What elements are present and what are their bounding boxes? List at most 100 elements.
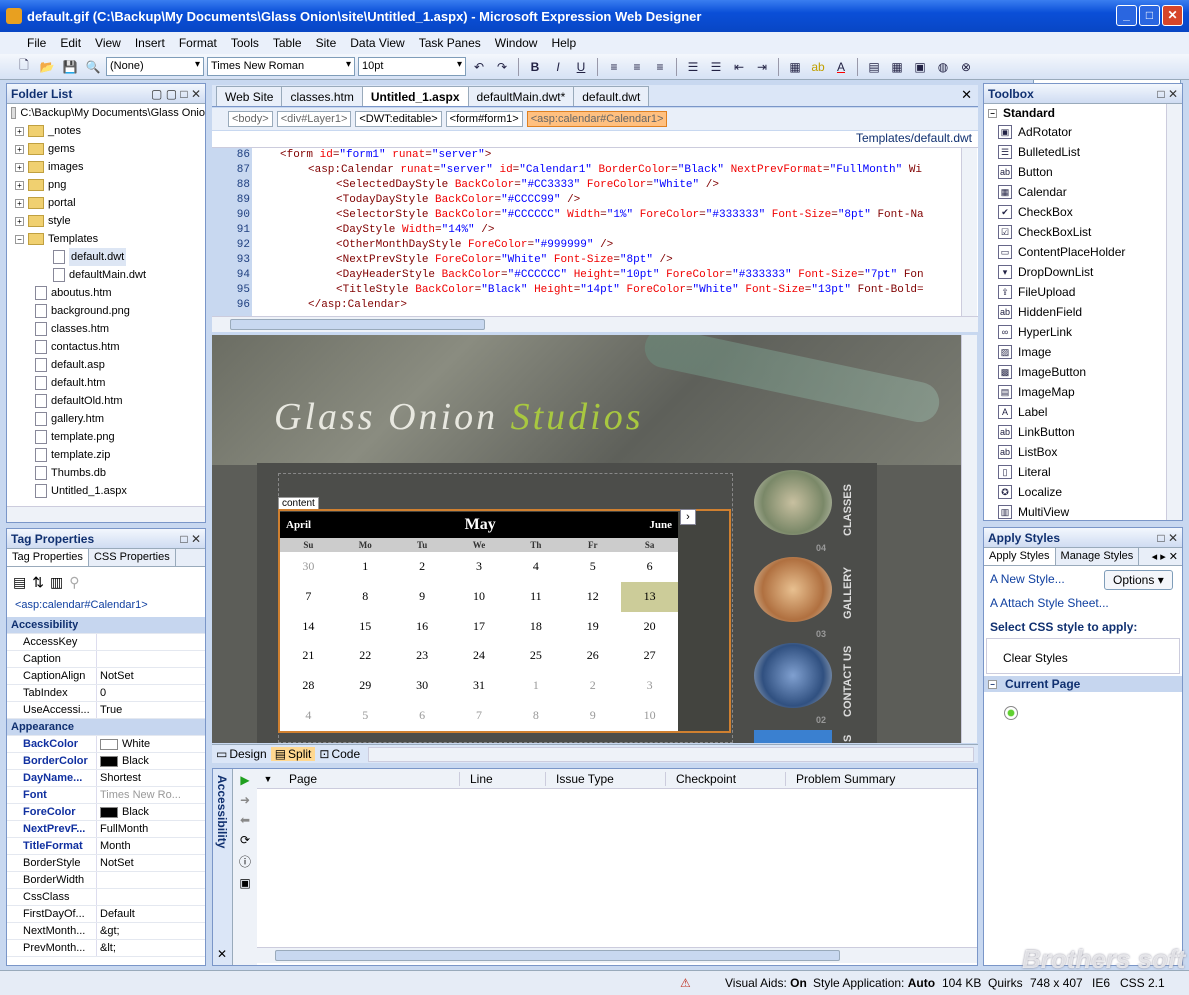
tree-item[interactable]: Untitled_1.aspx — [11, 482, 205, 500]
align-right-icon[interactable]: ≡ — [650, 57, 670, 77]
tab-web-site[interactable]: Web Site — [216, 86, 283, 106]
close-document-icon[interactable]: ✕ — [961, 87, 972, 103]
calendar-day[interactable]: 10 — [621, 701, 678, 731]
toolbox-item[interactable]: ab LinkButton — [984, 422, 1182, 442]
menu-insert[interactable]: Insert — [128, 36, 172, 50]
toolbox-item[interactable]: ▭ ContentPlaceHolder — [984, 242, 1182, 262]
calendar-day[interactable]: 30 — [394, 671, 451, 701]
calendar-prev-link[interactable]: April — [286, 519, 311, 531]
page-dimensions-status[interactable]: 748 x 407 — [1030, 976, 1083, 990]
toolbox-item[interactable]: ✔ CheckBox — [984, 202, 1182, 222]
calendar-day[interactable]: 26 — [564, 641, 621, 671]
toolbox-item[interactable]: ▣ AdRotator — [984, 122, 1182, 142]
toolbox-item[interactable]: ☰ BulletedList — [984, 142, 1182, 162]
calendar-day[interactable]: 11 — [507, 582, 564, 612]
property-row[interactable]: BorderColor Black — [7, 753, 205, 770]
toolbox-panel-buttons[interactable]: □ ✕ — [1157, 87, 1178, 101]
folder-list-panel-buttons[interactable]: ▢ ▢ □ ✕ — [151, 87, 201, 101]
calendar-day[interactable]: 30 — [280, 552, 337, 582]
view-code-tab[interactable]: ⊡ Code — [315, 747, 364, 761]
tab-apply-styles[interactable]: Apply Styles — [984, 548, 1056, 565]
calendar-day[interactable]: 3 — [621, 671, 678, 701]
underline-icon[interactable]: U — [571, 57, 591, 77]
picture-icon[interactable]: ▣ — [910, 57, 930, 77]
menu-window[interactable]: Window — [488, 36, 545, 50]
toolbox-section-standard[interactable]: − Standard — [984, 104, 1182, 122]
toolbox-item[interactable]: ▥ MultiView — [984, 502, 1182, 522]
calendar-day[interactable]: 16 — [394, 612, 451, 642]
clear-styles-item[interactable]: Clear Styles — [986, 638, 1180, 674]
property-row[interactable]: DayName... Shortest — [7, 770, 205, 787]
property-row[interactable]: NextPrevF... FullMonth — [7, 821, 205, 838]
stop-icon[interactable]: ⊗ — [956, 57, 976, 77]
menu-table[interactable]: Table — [266, 36, 309, 50]
tab-css-properties[interactable]: CSS Properties — [89, 549, 176, 566]
calendar-day[interactable]: 15 — [337, 612, 394, 642]
borders-icon[interactable]: ▦ — [785, 57, 805, 77]
property-row[interactable]: FirstDayOf... Default — [7, 906, 205, 923]
toolbox-item[interactable]: ▯ Literal — [984, 462, 1182, 482]
next-issue-icon[interactable]: ➜ — [240, 793, 250, 807]
maximize-button[interactable]: □ — [1139, 5, 1160, 26]
tree-item[interactable]: classes.htm — [11, 320, 205, 338]
calendar-day[interactable]: 23 — [394, 641, 451, 671]
font-color-icon[interactable]: A — [831, 57, 851, 77]
col-issue-type[interactable]: Issue Type — [545, 771, 665, 786]
increase-indent-icon[interactable]: ⇥ — [752, 57, 772, 77]
calendar-day[interactable]: 21 — [280, 641, 337, 671]
calendar-day[interactable]: 5 — [564, 552, 621, 582]
menu-format[interactable]: Format — [172, 36, 224, 50]
toolbox-item[interactable]: ▤ ImageMap — [984, 382, 1182, 402]
redo-icon[interactable]: ↷ — [492, 57, 512, 77]
toolbox-item[interactable]: ▩ ImageButton — [984, 362, 1182, 382]
layer-icon[interactable]: ▤ — [864, 57, 884, 77]
info-icon[interactable]: ⓘ — [239, 853, 251, 870]
property-row[interactable]: CssClass — [7, 889, 205, 906]
menu-edit[interactable]: Edit — [53, 36, 88, 50]
calendar-next-link[interactable]: June — [649, 519, 672, 531]
tree-item[interactable]: template.png — [11, 428, 205, 446]
bulleted-list-icon[interactable]: ☰ — [706, 57, 726, 77]
bold-icon[interactable]: B — [525, 57, 545, 77]
nav-contact-us[interactable]: CONTACT US — [842, 645, 866, 717]
tab-untitled-1[interactable]: Untitled_1.aspx — [361, 86, 469, 106]
code-line[interactable]: 92 <OtherMonthDayStyle ForeColor="#999999… — [212, 238, 978, 253]
toolbox-item[interactable]: ⇪ FileUpload — [984, 282, 1182, 302]
numbered-list-icon[interactable]: ☰ — [683, 57, 703, 77]
tree-item[interactable]: + images — [11, 158, 205, 176]
highlight-icon[interactable]: ab — [808, 57, 828, 77]
folder-list-hscroll[interactable] — [7, 506, 205, 522]
tab-classes[interactable]: classes.htm — [281, 86, 363, 106]
code-line[interactable]: 94 <DayHeaderStyle BackColor="#CCCCCC" He… — [212, 268, 978, 283]
close-accessibility-icon[interactable]: ✕ — [217, 947, 227, 961]
calendar-day[interactable]: 1 — [337, 552, 394, 582]
code-line[interactable]: 95 <TitleStyle BackColor="Black" Height="… — [212, 283, 978, 298]
minimize-button[interactable]: _ — [1116, 5, 1137, 26]
calendar-day[interactable]: 6 — [394, 701, 451, 731]
calendar-day[interactable]: 24 — [451, 641, 508, 671]
crumb-dwt-editable[interactable]: <DWT:editable> — [355, 111, 442, 127]
menu-site[interactable]: Site — [309, 36, 344, 50]
toolbox-item[interactable]: ▾ DropDownList — [984, 262, 1182, 282]
tab-manage-styles[interactable]: Manage Styles — [1056, 548, 1140, 565]
calendar-day[interactable]: 9 — [394, 582, 451, 612]
property-row[interactable]: BorderStyle NotSet — [7, 855, 205, 872]
tree-item[interactable]: default.dwt — [11, 248, 205, 266]
show-set-properties-icon[interactable]: ▥ — [50, 574, 63, 591]
property-category[interactable]: Accessibility — [7, 617, 205, 634]
col-page[interactable]: Page — [279, 772, 459, 786]
property-row[interactable]: CaptionAlign NotSet — [7, 668, 205, 685]
property-row[interactable]: ForeColor Black — [7, 804, 205, 821]
col-checkpoint[interactable]: Checkpoint — [665, 771, 785, 786]
style-radio-icon[interactable] — [1004, 706, 1018, 720]
nav-classes[interactable]: CLASSES — [842, 480, 866, 540]
code-pane[interactable]: 86 <form id="form1" runat="server"> 87 <asp… — [212, 148, 978, 316]
code-hscroll[interactable] — [212, 316, 978, 332]
calendar-day[interactable]: 27 — [621, 641, 678, 671]
property-row[interactable]: NextMonth... &gt; — [7, 923, 205, 940]
close-button[interactable]: ✕ — [1162, 5, 1183, 26]
calendar-day[interactable]: 2 — [394, 552, 451, 582]
calendar-day[interactable]: 6 — [621, 552, 678, 582]
run-check-icon[interactable]: ▶ — [240, 773, 249, 787]
calendar-day[interactable]: 14 — [280, 612, 337, 642]
